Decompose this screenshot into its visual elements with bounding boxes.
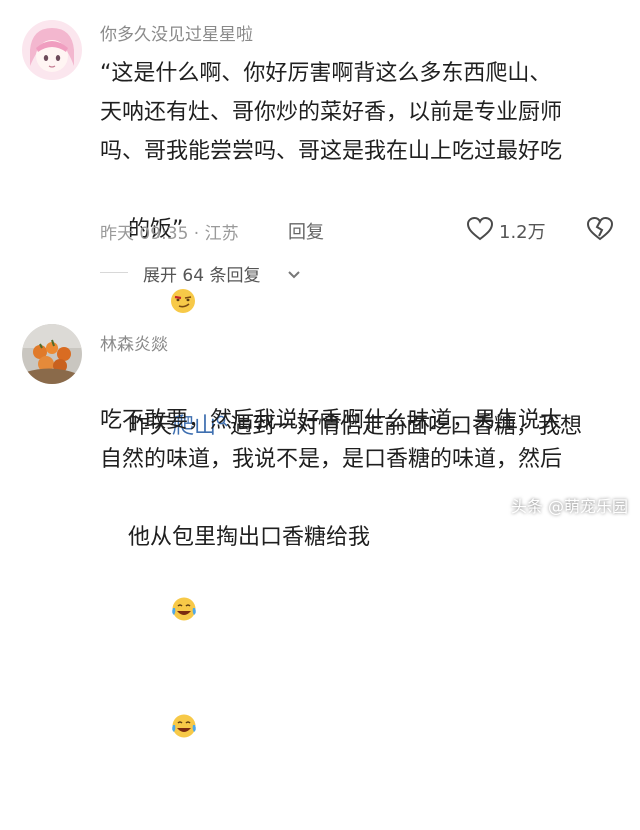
avatar[interactable]: [22, 324, 82, 384]
divider: [100, 272, 128, 273]
laughing-tears-emoji-icon: [128, 674, 198, 791]
dislike-broken-heart-icon[interactable]: [586, 216, 614, 246]
comment-item: 林森炎燚 昨天爬山 遇到一对情侣走前面吃口香糖，我想 吃不敢要，然后我说好香啊什么…: [0, 300, 640, 738]
comment-time-location: 昨天 09:35 · 江苏: [100, 224, 239, 244]
chevron-down-icon[interactable]: [287, 265, 301, 284]
comment-text-end: 他从包里掏出口香糖给我: [127, 525, 370, 550]
avatar[interactable]: [22, 20, 82, 80]
expand-replies-button[interactable]: 展开 64 条回复: [143, 261, 260, 286]
comment-text-line: 他从包里掏出口香糖给我: [100, 479, 370, 830]
username[interactable]: 林森炎燚: [100, 330, 168, 355]
like-count: 1.2万: [499, 222, 546, 243]
comment-text-line: 天呐还有灶、哥你炒的菜好香，以前是专业厨师: [100, 100, 563, 125]
comment-text-line: 自然的味道，我说不是，是口香糖的味道，然后: [100, 447, 563, 472]
like-heart-icon[interactable]: [466, 216, 494, 246]
comment-text-line: “这是什么啊、你好厉害啊背这么多东西爬山、: [100, 61, 552, 86]
comment-text-line: 吗、哥我能尝尝吗、哥这是我在山上吃过最好吃: [100, 139, 563, 164]
watermark: 头条 @萌宠乐园: [510, 497, 628, 516]
comment-item: 你多久没见过星星啦 “这是什么啊、你好厉害啊背这么多东西爬山、 天呐还有灶、哥你…: [0, 0, 640, 313]
username[interactable]: 你多久没见过星星啦: [100, 20, 253, 45]
laughing-tears-emoji-icon: [128, 557, 198, 674]
reply-button[interactable]: 回复: [288, 218, 324, 244]
comment-text-line: 吃不敢要，然后我说好香啊什么味道，男生说大: [100, 408, 563, 433]
